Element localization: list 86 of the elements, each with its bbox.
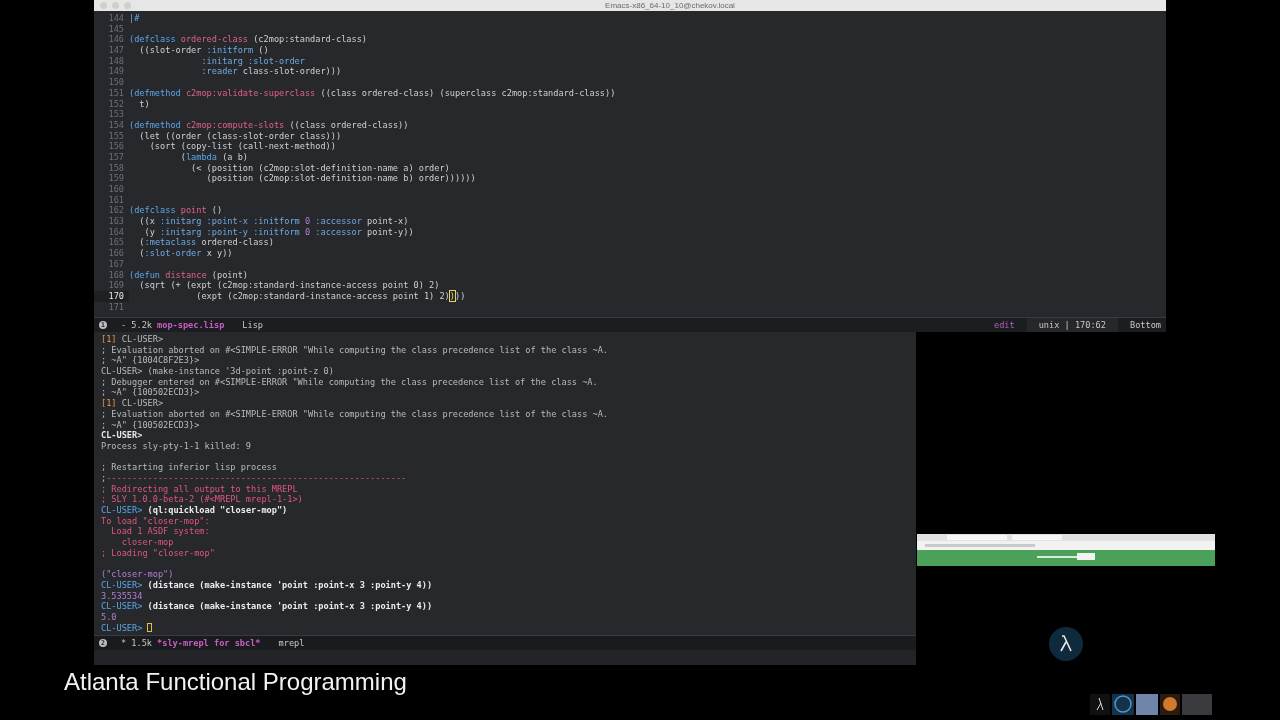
code-line: (defmethod c2mop:compute-slots ((class ordered-class)) — [129, 119, 409, 131]
code-line: ((x :initarg :point-x :initform 0 :accessor point-x) — [138, 216, 409, 227]
line-number: 165 — [107, 237, 125, 249]
line-number: 150 — [107, 77, 125, 88]
code-line: (:slot-order x y)) — [138, 248, 233, 259]
line-number: 157 — [107, 151, 125, 163]
code-line: (defclass ordered-class (c2mop:standard-class) — [129, 34, 367, 46]
repl-line: ; Evaluation aborted on #<SIMPLE-ERROR "While computing the class precedence list of the class ~A. — [101, 344, 609, 356]
buffer-name: *sly-mrepl for sbcl* — [157, 638, 261, 648]
line-number: 149 — [107, 66, 125, 78]
repl-line: ; Debugger entered on #<SIMPLE-ERROR "While computing the class precedence list of the class ~A. — [101, 376, 598, 388]
line-number: 148 — [107, 55, 125, 67]
line-number: 155 — [107, 130, 125, 142]
code-line: (< (position (c2mop:slot-definition-name a) order) — [190, 162, 450, 174]
line-number: 147 — [107, 45, 125, 56]
repl-line: ; ~A" {100502ECD3}> — [101, 419, 200, 431]
window-title: Emacs-x86_64-10_10@chekov.local — [605, 1, 735, 10]
code-line: (let ((order (class-slot-order class))) — [138, 130, 342, 142]
repl-line: To load "closer-mop": — [101, 515, 210, 527]
code-line: t) — [138, 98, 150, 110]
code-line: (expt (c2mop:standard-instance-access point 1) 2)))) — [195, 290, 466, 302]
code-line: (defclass point () — [129, 205, 223, 217]
editing-state: edit — [993, 320, 1016, 330]
line-number: 162 — [107, 205, 125, 217]
caption: Atlanta Functional Programming — [64, 668, 407, 696]
line-number: 159 — [107, 173, 125, 184]
line-number: 161 — [107, 194, 125, 206]
line-number: 156 — [107, 141, 125, 152]
repl-line: [1] CL-USER> — [101, 398, 164, 409]
code-line: (sort (copy-list (call-next-method)) — [148, 141, 336, 152]
repl-line: ; Redirecting all output to this MREPL — [101, 483, 298, 495]
buffer-size: * 1.5k — [121, 638, 153, 648]
code-line: (y :initarg :point-y :initform 0 :accessor point-y)) — [143, 226, 414, 238]
line-number: 163 — [107, 216, 125, 227]
code-line: (:metaclass ordered-class) — [138, 237, 274, 249]
buffer-size: - 5.2k — [121, 320, 153, 330]
repl-line: [1] CL-USER> — [101, 334, 164, 345]
code-line: |# — [129, 13, 140, 24]
code-line: (defun distance (point) — [129, 269, 249, 281]
line-number: 146 — [107, 34, 125, 46]
line-number: 154 — [107, 119, 125, 131]
line-number: 160 — [107, 184, 125, 195]
line-number: 145 — [107, 23, 125, 35]
repl-line: ; Restarting inferior lisp process — [101, 462, 277, 473]
line-number: 144 — [107, 13, 125, 24]
repl-line: CL-USER> (distance (make-instance 'point :point-x 3 :point-y 4)) — [101, 601, 433, 612]
code-line: (lambda (a b) — [179, 151, 248, 163]
cursor-position: unix | 170:62 — [1026, 318, 1118, 332]
scroll-position: Bottom — [1128, 320, 1162, 330]
repl-line: ("closer-mop") — [101, 569, 174, 580]
repl-line: ; SLY 1.0.0-beta-2 (#<MREPL mrepl-1-1>) — [101, 494, 303, 505]
repl-line: 5.0 — [101, 611, 117, 623]
repl-line: CL-USER> — [101, 622, 143, 634]
repl-line: closer-mop — [120, 537, 174, 548]
line-number: 171 — [107, 301, 125, 313]
repl-line: ; ~A" {100502ECD3}> — [101, 387, 200, 399]
repl-line: ; Loading "closer-mop" — [101, 547, 215, 559]
line-number: 164 — [107, 226, 125, 238]
code-line: :reader class-slot-order))) — [200, 66, 342, 78]
code-line: (sqrt (+ (expt (c2mop:standard-instance-access point 0) 2) — [138, 280, 440, 291]
repl-line: Process sly-pty-1-1 killed: 9 — [101, 440, 252, 452]
line-number: 153 — [107, 109, 125, 120]
code-line: (position (c2mop:slot-definition-name b) order)))))) — [205, 173, 476, 184]
line-number: 152 — [107, 98, 125, 110]
buffer-name: mop-spec.lisp — [157, 320, 225, 330]
repl-line: CL-USER> (distance (make-instance 'point :point-x 3 :point-y 4)) — [101, 579, 433, 591]
code-line: :initarg :slot-order — [200, 55, 305, 67]
repl-line: 3.535534 — [101, 590, 143, 602]
code-line: ((slot-order :initform () — [138, 45, 269, 56]
major-mode: Lisp — [242, 320, 263, 330]
repl-line: CL-USER> (make-instance '3d-point :point-z 0) — [101, 366, 334, 377]
code-line: (defmethod c2mop:validate-superclass ((class ordered-class) (superclass c2mop:standard-class)) — [129, 87, 616, 99]
line-number: 168 — [107, 269, 125, 281]
line-number: 151 — [107, 87, 125, 99]
repl-line: ;---------------------------------------------------------- — [101, 472, 407, 484]
line-number: 167 — [107, 258, 125, 270]
repl-line: ; Evaluation aborted on #<SIMPLE-ERROR "While computing the class precedence list of the class ~A. — [101, 408, 609, 420]
repl-line: ; ~A" {1004C8F2E3}> — [101, 355, 200, 367]
line-number: 158 — [107, 162, 125, 174]
line-number: 166 — [107, 248, 125, 259]
line-number: 170 — [94, 290, 129, 302]
line-number: 169 — [107, 280, 125, 291]
repl-line: Load 1 ASDF system: — [110, 526, 210, 538]
repl-line: CL-USER> — [101, 430, 143, 441]
major-mode: mrepl — [278, 638, 305, 648]
repl-line: CL-USER> (ql:quickload "closer-mop") — [101, 505, 288, 516]
